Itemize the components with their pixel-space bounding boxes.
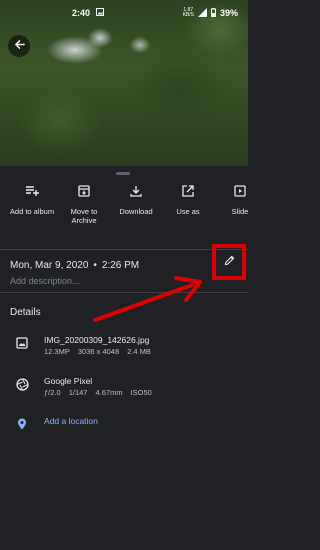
add-location-link[interactable]: Add a location: [44, 416, 98, 430]
pencil-icon: [224, 253, 235, 271]
file-size: 2.4 MB: [127, 347, 151, 356]
battery-percent: 39%: [219, 8, 238, 18]
date-separator: •: [93, 259, 97, 271]
battery-icon: [210, 7, 216, 19]
edit-date-button[interactable]: [212, 244, 246, 280]
signal-icon: [197, 7, 207, 19]
file-megapixels: 12.3MP: [44, 347, 70, 356]
use-as-button[interactable]: Use as: [162, 184, 214, 244]
status-bar: 2:40 1.87 KB/S 39%: [0, 0, 248, 26]
action-label: Move to Archive: [70, 207, 98, 225]
slideshow-button[interactable]: Slide: [214, 184, 266, 244]
camera-info-row: Google Pixel ƒ/2.0 1/147 4.67mm ISO50: [0, 376, 248, 398]
info-sheet: Add to album Move to Archive Download Us…: [0, 166, 248, 550]
location-pin-icon: [0, 416, 44, 430]
download-icon: [130, 184, 142, 198]
location-row[interactable]: Add a location: [0, 416, 248, 430]
camera-iso: ISO50: [130, 388, 152, 397]
divider: [0, 249, 248, 250]
divider: [0, 292, 248, 293]
action-label: Download: [119, 207, 153, 216]
camera-model: Google Pixel: [44, 376, 93, 386]
camera-specs: ƒ/2.0 1/147 4.67mm ISO50: [44, 387, 152, 398]
status-time: 2:40: [72, 8, 91, 18]
status-right: 1.87 KB/S 39%: [182, 7, 238, 19]
network-speed: 1.87 KB/S: [182, 7, 194, 18]
back-button[interactable]: [8, 35, 30, 57]
camera-aperture: ƒ/2.0: [44, 388, 61, 397]
add-to-album-button[interactable]: Add to album: [6, 184, 58, 244]
date-time-row: Mon, Mar 9, 2020 • 2:26 PM: [10, 254, 240, 276]
camera-focal-length: 4.67mm: [95, 388, 123, 397]
open-in-new-icon: [182, 184, 194, 198]
action-label: Slide: [231, 207, 249, 216]
sheet-handle[interactable]: [116, 172, 130, 175]
archive-icon: [78, 184, 90, 198]
details-heading: Details: [10, 307, 41, 318]
file-resolution: 3036 x 4048: [77, 347, 120, 356]
action-label: Add to album: [9, 207, 55, 216]
status-center: 2:40: [72, 8, 105, 18]
file-specs: 12.3MP 3036 x 4048 2.4 MB: [44, 346, 151, 357]
photo-date: Mon, Mar 9, 2020: [10, 259, 89, 271]
camera-aperture-icon: [0, 376, 44, 398]
file-name: IMG_20200309_142626.jpg: [44, 335, 150, 345]
file-info-row: IMG_20200309_142626.jpg 12.3MP 3036 x 40…: [0, 335, 248, 357]
action-label: Use as: [176, 207, 200, 216]
action-row: Add to album Move to Archive Download Us…: [0, 184, 248, 244]
playlist-add-icon: [25, 184, 39, 198]
camera-shutter: 1/147: [68, 388, 88, 397]
move-to-archive-button[interactable]: Move to Archive: [58, 184, 110, 244]
download-button[interactable]: Download: [110, 184, 162, 244]
photo-time: 2:26 PM: [101, 259, 140, 271]
image-icon: [0, 335, 44, 357]
slideshow-icon: [234, 184, 246, 198]
arrow-left-icon: [14, 37, 25, 55]
image-notification-icon: [96, 8, 105, 18]
add-description-field[interactable]: Add description...: [10, 276, 80, 286]
